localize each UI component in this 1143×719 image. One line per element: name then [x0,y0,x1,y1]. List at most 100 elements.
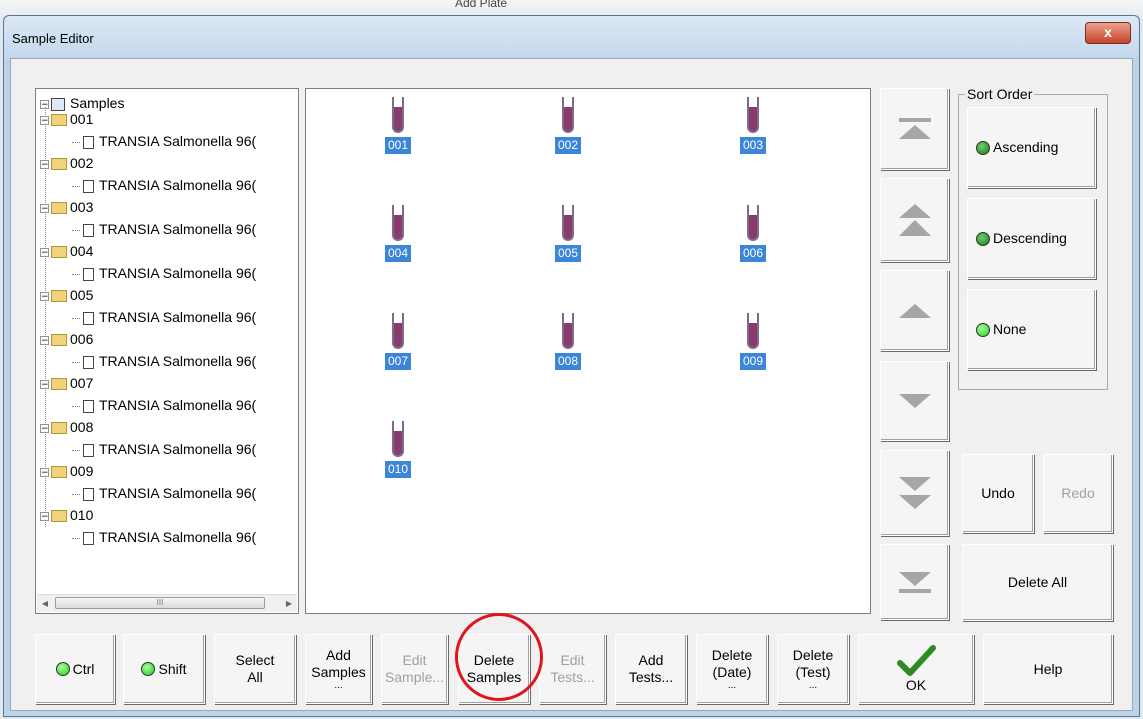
tree-folder-008[interactable]: − 008 [40,419,93,435]
sample-tube-008[interactable]: 008 [555,313,595,377]
edit-samples-line1: Edit [402,652,427,668]
tree-test-item[interactable]: TRANSIA Salmonella 96( [72,529,256,545]
sample-tube-003[interactable]: 003 [740,97,780,161]
window-title: Sample Editor [12,31,94,46]
double-down-icon [898,477,931,509]
move-to-top-icon [898,118,931,139]
tree-folder-001[interactable]: − 001 [40,111,93,127]
sample-tube-001[interactable]: 001 [385,97,425,161]
sample-tube-007[interactable]: 007 [385,313,425,377]
tree-connector [72,273,80,275]
delete-test-ellipsis: ... [808,680,818,691]
collapse-icon[interactable]: − [40,247,49,257]
tree-test-label: TRANSIA Salmonella 96( [99,309,257,325]
edit-samples-button[interactable]: Edit Sample... [381,634,448,704]
sample-tube-009[interactable]: 009 [740,313,780,377]
sort-ascending-button[interactable]: Ascending [967,107,1096,188]
add-tests-button[interactable]: Add Tests... [615,634,687,704]
move-up-page-button[interactable] [880,178,949,262]
sample-tube-006[interactable]: 006 [740,205,780,269]
ok-label: OK [905,676,927,693]
tree-folder-005[interactable]: − 005 [40,287,93,303]
help-button[interactable]: Help [983,634,1113,704]
move-down-page-button[interactable] [880,450,949,536]
tree-connector [72,317,80,319]
test-tube-icon [562,205,574,241]
undo-button[interactable]: Undo [962,454,1034,533]
tree-folder-010[interactable]: − 010 [40,507,93,523]
collapse-icon[interactable]: − [40,335,49,345]
radio-indicator-icon [976,140,990,155]
sample-tree[interactable]: − Samples − 001 TRANSIA Salmonella 96( −002 T… [35,88,299,614]
tree-folder-label: 008 [70,419,94,435]
move-to-bottom-icon [898,572,931,593]
tube-label: 007 [385,353,411,370]
tree-folder-007[interactable]: − 007 [40,375,93,391]
tree-connector [72,185,80,187]
sample-tube-002[interactable]: 002 [555,97,595,161]
annotation-highlight-circle [455,613,543,701]
test-tube-icon [747,97,759,133]
collapse-icon[interactable]: − [40,159,49,169]
add-samples-line1: Add [326,647,351,663]
collapse-icon[interactable]: − [40,379,49,389]
tree-test-item[interactable]: TRANSIA Salmonella 96( [72,485,256,501]
document-icon [83,267,94,281]
tree-test-item[interactable]: TRANSIA Salmonella 96( [72,309,256,325]
move-to-bottom-button[interactable] [880,544,949,620]
tree-test-item[interactable]: TRANSIA Salmonella 96( [72,397,256,413]
close-button[interactable]: x [1085,22,1131,44]
tree-folder-002[interactable]: − 002 [40,155,93,171]
tree-test-item[interactable]: TRANSIA Salmonella 96( [72,177,256,193]
tree-folder-label: 006 [70,331,94,347]
tree-folder-006[interactable]: − 006 [40,331,93,347]
tree-test-label: TRANSIA Salmonella 96( [99,353,257,369]
select-all-button[interactable]: Select All [214,634,296,704]
move-down-button[interactable] [880,361,949,441]
scroll-thumb[interactable]: III [55,597,265,609]
sample-tube-004[interactable]: 004 [385,205,425,269]
add-samples-button[interactable]: Add Samples ... [305,634,372,704]
collapse-icon[interactable]: − [40,511,49,521]
collapse-icon[interactable]: − [40,115,49,125]
move-to-top-button[interactable] [880,88,949,170]
tree-folder-009[interactable]: − 009 [40,463,93,479]
sample-editor-dialog: Sample Editor x − Samples −001 TRANSIA Sal… [3,15,1140,717]
tree-connector [72,361,80,363]
add-samples-line2: Samples [311,664,366,680]
tree-folder-label: 001 [70,111,94,127]
scroll-right-icon[interactable]: ▶ [281,597,297,610]
redo-button[interactable]: Redo [1043,454,1113,533]
tree-folder-003[interactable]: − 003 [40,199,93,215]
tree-horizontal-scrollbar[interactable]: ◀ III ▶ [37,594,297,612]
move-up-button[interactable] [880,270,949,351]
tree-test-item[interactable]: TRANSIA Salmonella 96( [72,441,256,457]
sample-tube-010[interactable]: 010 [385,421,425,485]
ok-button[interactable]: OK [858,634,974,704]
tree-test-item[interactable]: TRANSIA Salmonella 96( [72,265,256,281]
delete-all-button[interactable]: Delete All [962,544,1113,621]
tree-test-item[interactable]: TRANSIA Salmonella 96( [72,133,256,149]
shift-toggle-button[interactable]: Shift [123,634,205,704]
test-tube-icon [392,313,404,349]
tree-test-item[interactable]: TRANSIA Salmonella 96( [72,353,256,369]
edit-tests-button[interactable]: Edit Tests... [539,634,606,704]
collapse-icon[interactable]: − [40,467,49,477]
tree-root[interactable]: − Samples [40,95,124,111]
test-tube-icon [562,313,574,349]
tree-folder-004[interactable]: − 004 [40,243,93,259]
sort-descending-button[interactable]: Descending [967,198,1096,279]
scroll-left-icon[interactable]: ◀ [37,597,53,610]
sample-tube-005[interactable]: 005 [555,205,595,269]
delete-by-test-button[interactable]: Delete (Test) ... [777,634,849,704]
ctrl-label: Ctrl [72,660,95,677]
tree-test-item[interactable]: TRANSIA Salmonella 96( [72,221,256,237]
collapse-icon[interactable]: − [40,291,49,301]
delete-by-date-button[interactable]: Delete (Date) ... [696,634,768,704]
collapse-icon[interactable]: − [40,203,49,213]
tube-grid-panel[interactable]: 001 002 003 004 005 006 007 008 009 010 [305,88,871,614]
sort-none-button[interactable]: None [967,289,1096,370]
ctrl-toggle-button[interactable]: Ctrl [35,634,115,704]
tree-folder-label: 003 [70,199,94,215]
collapse-icon[interactable]: − [40,423,49,433]
